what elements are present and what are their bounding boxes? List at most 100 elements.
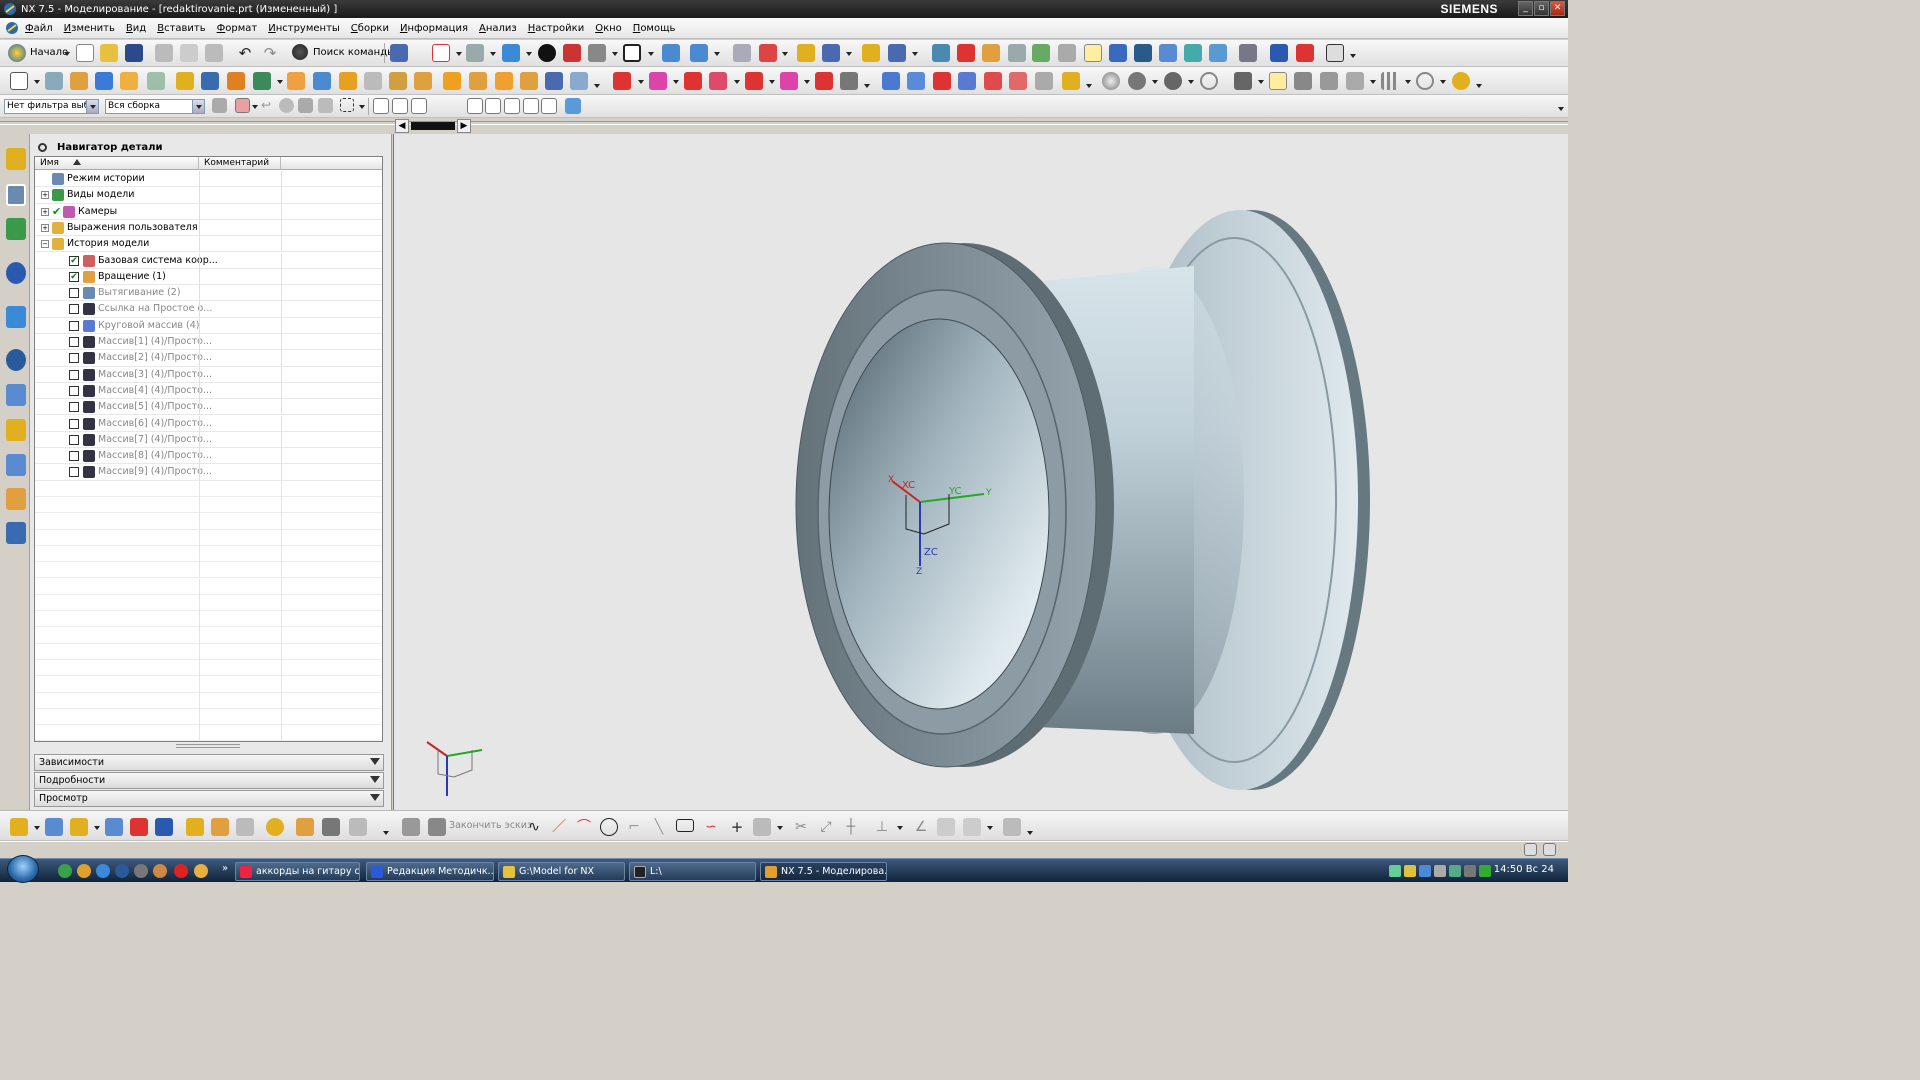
replace-face-dropdown-arrow[interactable] — [734, 80, 740, 84]
tree-row-checkbox[interactable]: ✔ — [69, 271, 79, 282]
quicklaunch-opera-icon[interactable] — [174, 864, 188, 878]
split-body-icon[interactable] — [313, 72, 331, 90]
orient-dropdown-arrow[interactable] — [526, 52, 532, 56]
measure-dropdown-arrow[interactable] — [912, 52, 918, 56]
tree-row[interactable]: ✔ Базовая система коор... — [35, 252, 382, 269]
show-constraints-dropdown-arrow[interactable] — [987, 826, 993, 830]
snap-control-point-icon[interactable] — [430, 98, 446, 114]
quick-trim-icon[interactable]: ✂ — [792, 818, 810, 836]
curve-dropdown-arrow[interactable] — [846, 52, 852, 56]
user-icon[interactable] — [1109, 44, 1127, 62]
chamfer-icon[interactable] — [364, 72, 382, 90]
tree-row[interactable]: + Виды модели — [35, 187, 382, 204]
datum-icon[interactable] — [759, 44, 777, 62]
pin-icon[interactable] — [38, 142, 47, 152]
trim-body-icon[interactable] — [287, 72, 305, 90]
ruled-icon[interactable] — [1035, 72, 1053, 90]
boolean-dropdown-arrow[interactable] — [277, 80, 283, 84]
sketch-plane-icon[interactable] — [10, 72, 28, 90]
shell-body-icon[interactable] — [840, 72, 858, 90]
tree-row[interactable]: Ссылка на Простое о... — [35, 301, 382, 318]
floor-icon[interactable] — [1320, 72, 1338, 90]
chevron-down-icon[interactable] — [192, 100, 204, 113]
tray-battery-icon[interactable] — [1404, 865, 1416, 877]
tray-flag-icon[interactable] — [1434, 865, 1446, 877]
block-icon[interactable] — [201, 72, 219, 90]
tree-row[interactable]: Массив[8] (4)/Просто... — [35, 448, 382, 465]
reposition-icon[interactable] — [105, 818, 123, 836]
feature-dropdown-arrow[interactable] — [594, 84, 600, 88]
studio-spline-icon[interactable]: ∽ — [702, 818, 720, 836]
web-browser-icon[interactable] — [6, 262, 26, 284]
arc-icon[interactable]: ⌒ — [575, 818, 593, 836]
through-mesh-icon[interactable] — [907, 72, 925, 90]
fillet-icon[interactable]: ⌐ — [625, 818, 643, 836]
orient-view-icon[interactable] — [502, 44, 520, 62]
menu-tools[interactable]: Инструменты — [268, 23, 340, 34]
toolbar-overflow-arrow[interactable] — [1558, 107, 1564, 111]
quicklaunch-media-icon[interactable] — [115, 864, 129, 878]
offset-dropdown-arrow[interactable] — [777, 826, 783, 830]
snap-existing-point-icon[interactable] — [504, 98, 520, 114]
offset-face-icon[interactable] — [443, 72, 461, 90]
reuse-library-icon[interactable] — [6, 384, 26, 406]
synchronous-icon[interactable] — [570, 72, 588, 90]
taskbar-item-nx[interactable]: NX 7.5 - Моделирова... — [760, 862, 887, 881]
reset-filter-icon[interactable]: ↩ — [259, 98, 273, 113]
shadow-dropdown-arrow[interactable] — [1370, 80, 1376, 84]
move-face-dropdown-arrow[interactable] — [638, 80, 644, 84]
start-button[interactable] — [7, 855, 39, 883]
tree-row[interactable]: ✔ Вращение (1) — [35, 268, 382, 286]
tree-row-checkbox[interactable] — [69, 320, 79, 331]
convert-dropdown-arrow[interactable] — [1027, 831, 1033, 835]
shape-studio-icon[interactable] — [1032, 44, 1050, 62]
export-icon[interactable] — [1270, 44, 1288, 62]
shaded-icon[interactable] — [563, 44, 581, 62]
taskbar-item-console[interactable]: L:\ — [629, 862, 756, 881]
constrain-dropdown-arrow[interactable] — [804, 80, 810, 84]
pocket-icon[interactable] — [147, 72, 165, 90]
roles-icon[interactable] — [6, 488, 26, 510]
quicklaunch-winamp-icon[interactable] — [194, 864, 208, 878]
highlight-icon[interactable] — [1269, 72, 1287, 90]
delete-face-icon[interactable] — [684, 72, 702, 90]
link-icon[interactable] — [211, 818, 229, 836]
replace-face-icon[interactable] — [709, 72, 727, 90]
menu-view[interactable]: Вид — [126, 23, 146, 34]
quicklaunch-app-icon[interactable] — [153, 864, 167, 878]
menu-preferences[interactable]: Настройки — [528, 23, 585, 34]
explode-icon[interactable] — [236, 818, 254, 836]
minimize-window-button[interactable]: _ — [1518, 1, 1533, 16]
new-file-icon[interactable] — [76, 44, 94, 62]
tree-row-checkbox[interactable] — [69, 304, 79, 315]
selection-priority-icon[interactable] — [279, 98, 294, 113]
wcs-dynamics-icon[interactable] — [662, 44, 680, 62]
quick-extend-icon[interactable]: ⤢ — [817, 818, 835, 836]
line-icon[interactable]: ／ — [550, 818, 568, 836]
details-section[interactable]: Подробности — [34, 772, 384, 789]
history-palette-icon[interactable] — [6, 306, 26, 328]
arrangement-icon[interactable] — [155, 818, 173, 836]
taskbar-item-folder[interactable]: G:\Model for NX — [498, 862, 625, 881]
color-icon[interactable] — [1134, 44, 1152, 62]
measure-angle-icon[interactable] — [888, 44, 906, 62]
gray-sphere-icon[interactable] — [1128, 72, 1146, 90]
graphics-window[interactable]: XC X YC Y ZC Z — [393, 134, 1568, 810]
revolve-icon[interactable] — [70, 72, 88, 90]
snap-point-on-curve-icon[interactable] — [523, 98, 539, 114]
hole-icon[interactable] — [95, 72, 113, 90]
grid-icon[interactable] — [1381, 72, 1399, 90]
tree-row-checkbox[interactable] — [69, 288, 79, 299]
tree-row-checkbox[interactable] — [69, 451, 79, 462]
clear-icon[interactable] — [1416, 72, 1434, 90]
pull-face-dropdown-arrow[interactable] — [673, 80, 679, 84]
scene-icon[interactable] — [1209, 44, 1227, 62]
settings-icon[interactable] — [1326, 44, 1344, 62]
tree-row[interactable]: Массив[4] (4)/Просто... — [35, 382, 382, 400]
selection-scope-select[interactable]: Вся сборка — [105, 99, 205, 114]
linear-dimension-icon[interactable] — [815, 72, 833, 90]
material-icon[interactable] — [1184, 44, 1202, 62]
component-dropdown-arrow[interactable] — [94, 826, 100, 830]
curve-icon[interactable] — [822, 44, 840, 62]
command-finder-button[interactable]: Поиск команды — [313, 47, 395, 58]
